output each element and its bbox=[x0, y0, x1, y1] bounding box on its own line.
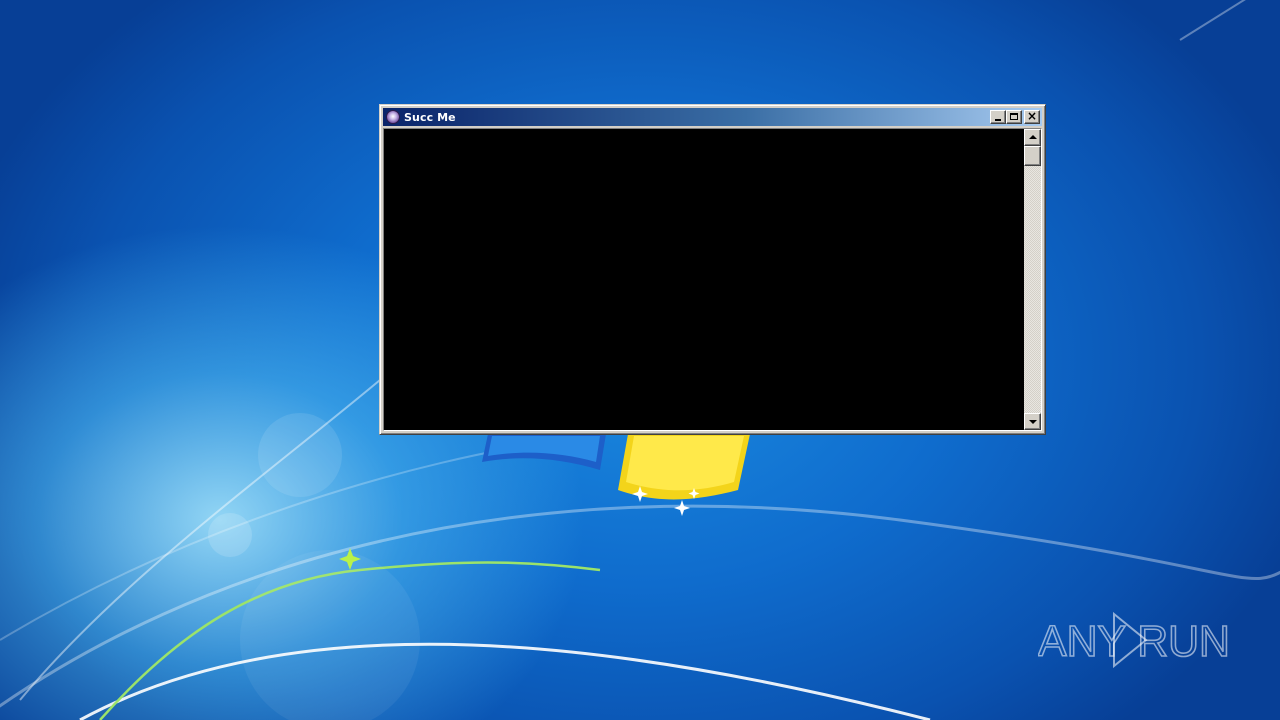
app-window[interactable]: Succ Me × bbox=[379, 104, 1046, 435]
maximize-button[interactable] bbox=[1006, 110, 1022, 124]
scroll-up-button[interactable] bbox=[1024, 129, 1041, 146]
close-icon: × bbox=[1026, 109, 1038, 123]
maximize-icon bbox=[1010, 113, 1018, 120]
watermark-text: ANY RUN bbox=[1038, 617, 1230, 666]
scroll-down-arrow-icon bbox=[1029, 420, 1037, 424]
client-area bbox=[383, 128, 1042, 431]
scroll-down-button[interactable] bbox=[1024, 413, 1041, 430]
title-bar[interactable]: Succ Me × bbox=[383, 108, 1042, 126]
close-button[interactable]: × bbox=[1024, 109, 1040, 124]
app-icon[interactable] bbox=[386, 110, 400, 124]
vertical-scrollbar[interactable] bbox=[1024, 129, 1041, 430]
console-output-area[interactable] bbox=[384, 129, 1024, 430]
anyrun-watermark: ANY RUN bbox=[1038, 610, 1238, 670]
scroll-up-arrow-icon bbox=[1029, 135, 1037, 139]
watermark-logo: ANY RUN bbox=[1038, 611, 1231, 669]
scroll-thumb[interactable] bbox=[1024, 146, 1041, 166]
desktop: Succ Me × ANY RUN bbox=[0, 0, 1280, 720]
minimize-button[interactable] bbox=[990, 110, 1006, 124]
minimize-icon bbox=[995, 119, 1001, 121]
caption-buttons: × bbox=[990, 109, 1040, 124]
window-title: Succ Me bbox=[404, 110, 456, 124]
